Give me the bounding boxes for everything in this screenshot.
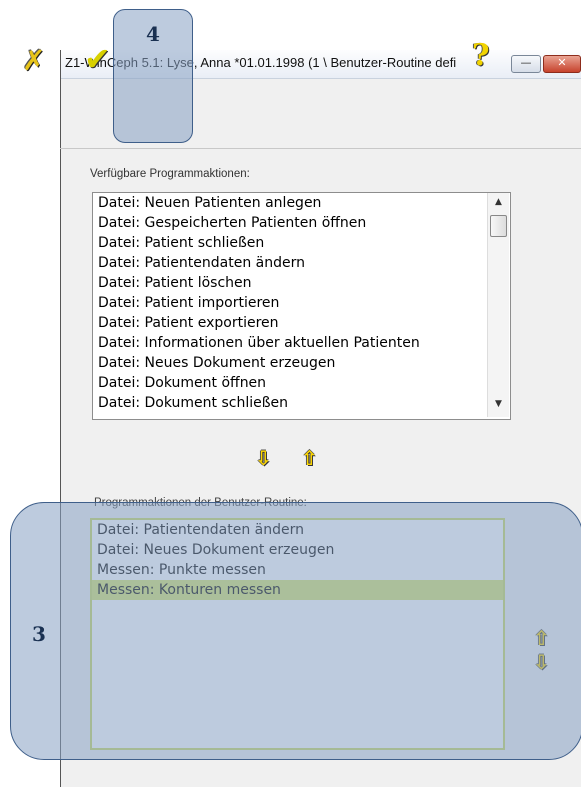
remove-action-up-arrow-icon[interactable]: ⇧ <box>301 446 318 470</box>
scroll-up-arrow-icon[interactable]: ▲ <box>488 197 509 207</box>
available-action-item[interactable]: Datei: Dokument schließen <box>93 393 510 413</box>
add-action-down-arrow-icon[interactable]: ⇩ <box>255 446 272 470</box>
cancel-x-icon[interactable]: ✗ <box>22 44 45 77</box>
available-action-item[interactable]: Datei: Informationen über aktuellen Pati… <box>93 333 510 353</box>
close-button[interactable]: ✕ <box>543 55 581 73</box>
available-action-item[interactable]: Datei: Patient importieren <box>93 293 510 313</box>
callout-number-3: 3 <box>32 622 46 646</box>
help-question-icon[interactable]: ? <box>472 38 490 73</box>
confirm-check-icon[interactable]: ✔ <box>84 40 111 78</box>
scroll-down-arrow-icon[interactable]: ▼ <box>488 399 509 409</box>
callout-number-4: 4 <box>146 22 160 46</box>
available-action-item[interactable]: Datei: Dokument öffnen <box>93 373 510 393</box>
available-action-item[interactable]: Datei: Patient schließen <box>93 233 510 253</box>
available-action-item[interactable]: Datei: Gespeicherten Patienten öffnen <box>93 213 510 233</box>
toolbar-divider <box>60 148 581 149</box>
available-action-item[interactable]: Datei: Patientendaten ändern <box>93 253 510 273</box>
available-actions-label: Verfügbare Programmaktionen: <box>90 168 250 180</box>
available-action-item[interactable]: Datei: Neuen Patienten anlegen <box>93 193 510 213</box>
scrollbar-thumb[interactable] <box>490 215 507 237</box>
available-action-item[interactable]: Datei: Neues Dokument erzeugen <box>93 353 510 373</box>
available-actions-list[interactable]: Datei: Neuen Patienten anlegen Datei: Ges… <box>92 192 511 420</box>
available-list-scrollbar[interactable]: ▲ ▼ <box>487 193 509 417</box>
available-action-item[interactable]: Datei: Patient löschen <box>93 273 510 293</box>
callout-3-highlight <box>10 502 581 760</box>
minimize-button[interactable]: — <box>511 55 541 73</box>
available-action-item[interactable]: Datei: Patient exportieren <box>93 313 510 333</box>
